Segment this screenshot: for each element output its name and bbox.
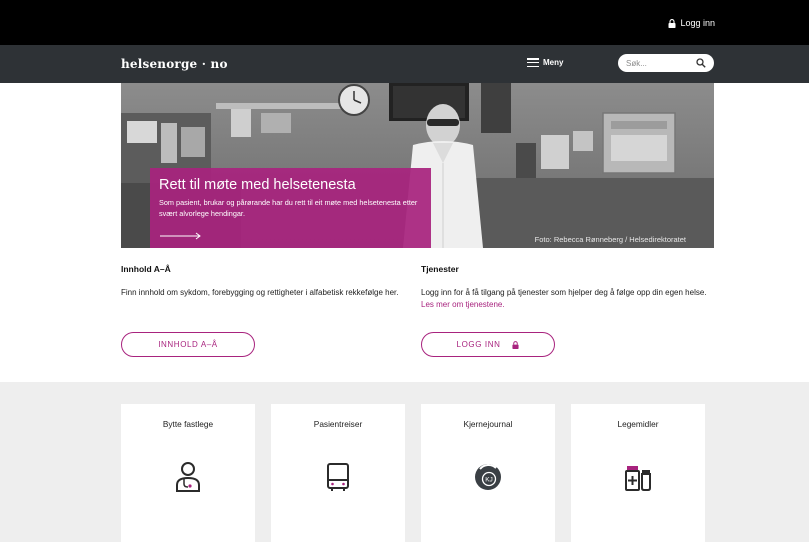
logg-inn-button[interactable]: LOGG INN [421,332,555,357]
arrow-right-icon [160,232,201,240]
card-title: Pasientreiser [313,419,363,429]
hero-text: Som pasient, brukar og pårørande har du … [159,198,418,218]
medicine-icon [625,466,651,491]
hero-title: Rett til møte med helsetenesta [159,177,356,193]
card-kjernejournal[interactable]: Kjernejournal KJ [421,404,555,542]
card-pasientreiser[interactable]: Pasientreiser [271,404,405,542]
site-logo[interactable]: helsenorge · no [121,57,228,71]
card-title: Kjernejournal [463,419,513,429]
photo-credit: Foto: Rebecca Rønneberg / Helsedirektora… [534,235,686,244]
innhold-a-aa-button[interactable]: INNHOLD A–Å [121,332,255,357]
info-a-aa: Innhold A–Å Finn innhold om sykdom, fore… [121,264,411,357]
kjernejournal-icon: KJ [475,464,501,490]
logg-inn-button-label: LOGG INN [456,340,501,349]
hamburger-icon [527,58,539,67]
page: Logg inn helsenorge · no Meny Søk... Ret… [0,0,809,542]
site-header: helsenorge · no Meny [0,45,809,83]
info-a-aa-heading: Innhold A–Å [121,264,171,274]
card-title: Bytte fastlege [162,419,214,429]
search-box [618,54,714,72]
doctor-icon [176,462,200,492]
info-tjenester-text: Logg inn for å få tilgang på tjenester s… [421,287,711,311]
info-tjenester-heading: Tjenester [421,264,459,274]
card-bytte-fastlege[interactable]: Bytte fastlege [121,404,255,542]
bus-icon [327,463,349,491]
top-bar: Logg inn [0,0,809,45]
services-section: Bytte fastlege Pasientreiser Kjernejourn… [0,382,809,542]
card-legemidler[interactable]: Legemidler [571,404,705,542]
svg-text:KJ: KJ [485,477,493,484]
menu-button[interactable]: Meny [527,58,563,67]
menu-label: Meny [543,58,564,67]
card-title: Legemidler [617,419,659,429]
login-link[interactable]: Logg inn [668,18,715,28]
hero-banner[interactable]: Rett til møte med helsetenesta Som pasie… [121,83,714,248]
login-label: Logg inn [680,18,715,28]
search-icon[interactable] [696,58,706,68]
lock-icon [668,18,676,28]
innhold-a-aa-button-label: INNHOLD A–Å [158,340,218,349]
info-tjenester-body: Logg inn for å få tilgang på tjenester s… [421,288,707,297]
hero-card[interactable]: Rett til møte med helsetenesta Som pasie… [150,168,431,248]
info-tjenester: Tjenester Logg inn for å få tilgang på t… [421,264,711,357]
search-input[interactable] [626,58,692,68]
info-a-aa-text: Finn innhold om sykdom, forebygging og r… [121,288,399,297]
les-mer-link[interactable]: Les mer om tjenestene. [421,300,505,309]
lock-icon [512,340,520,349]
